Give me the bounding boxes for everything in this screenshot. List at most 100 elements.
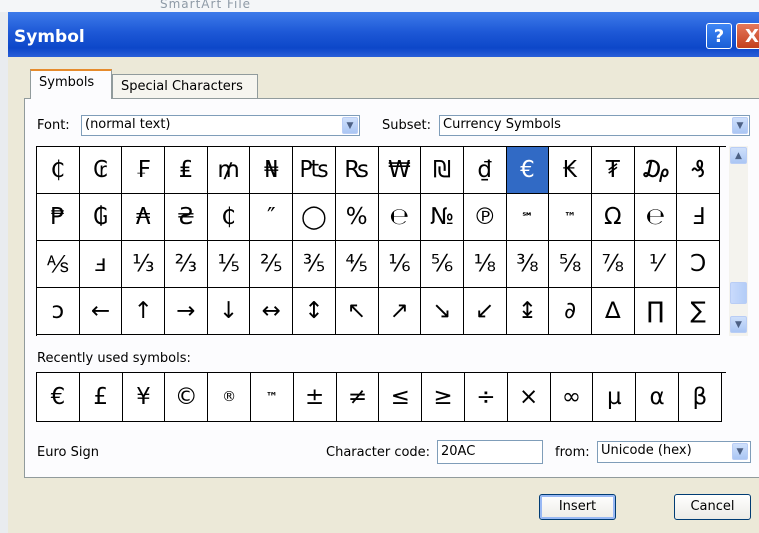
symbol-cell[interactable]: ⅗ [293,241,336,288]
symbol-cell[interactable]: ″ [250,194,294,241]
symbol-cell[interactable]: Ↄ [677,241,720,288]
recent-symbol-cell[interactable]: £ [79,373,123,422]
symbol-cell[interactable]: → [165,288,208,335]
scroll-up-icon[interactable]: ▲ [730,147,747,164]
recent-symbol-cell[interactable]: ∞ [550,373,594,422]
symbol-cell[interactable]: ⅚ [421,241,464,288]
chevron-down-icon[interactable]: ▼ [732,117,748,134]
from-dropdown[interactable]: Unicode (hex) ▼ [597,441,751,463]
symbol-cell[interactable]: ⅘ [335,241,379,288]
symbol-cell[interactable]: ℮ [634,194,678,241]
recent-symbol-cell[interactable]: ≤ [379,373,423,422]
symbol-cell[interactable]: ↑ [122,288,166,335]
character-name: Euro Sign [37,445,99,460]
symbol-cell[interactable]: Ⅎ [677,194,720,241]
symbol-cell[interactable]: ₧ [293,147,336,194]
symbol-cell[interactable]: ₲ [79,194,123,241]
cancel-button[interactable]: Cancel [674,494,751,520]
symbol-cell[interactable]: ⅕ [207,241,251,288]
symbol-cell[interactable]: ↨ [506,288,550,335]
symbol-cell[interactable]: ₴ [165,194,208,241]
symbol-cell[interactable]: ⅙ [378,241,422,288]
symbol-cell[interactable]: ₢ [79,147,123,194]
recent-symbol-cell[interactable]: µ [593,373,637,422]
chevron-down-icon[interactable]: ▼ [732,443,748,460]
chevron-down-icon[interactable]: ▼ [342,117,358,134]
symbol-cell[interactable]: ⅓ [122,241,166,288]
character-code-field[interactable]: 20AC [437,440,543,464]
symbol-cell[interactable]: ⅜ [506,241,550,288]
tab-special-characters[interactable]: Special Characters [112,74,258,99]
tab-symbols[interactable]: Symbols [30,69,112,99]
recent-symbol-cell[interactable]: × [507,373,551,422]
symbol-cell[interactable]: ₤ [165,147,208,194]
font-dropdown[interactable]: (normal text) ▼ [81,115,360,136]
insert-button[interactable]: Insert [539,494,616,520]
recent-symbol-cell[interactable]: ≠ [336,373,380,422]
symbol-cell[interactable]: ⅛ [463,241,507,288]
symbol-cell[interactable]: ⅔ [165,241,208,288]
recent-symbol-cell[interactable]: ™ [250,373,294,422]
symbol-cell[interactable]: ◯ [293,194,336,241]
symbol-grid-scrollbar[interactable]: ▲ ▼ [729,146,748,336]
help-button[interactable]: ? [706,23,732,49]
symbol-cell[interactable]: ↖ [335,288,379,335]
symbol-cell[interactable]: ₨ [335,147,379,194]
symbol-cell[interactable]: Ω [591,194,635,241]
symbol-cell[interactable]: ⅟ [634,241,678,288]
symbol-cell[interactable]: ₦ [250,147,294,194]
symbol-cell[interactable]: ₱ [37,194,80,241]
recent-symbol-cell[interactable]: α [636,373,679,422]
symbol-cell[interactable]: ⅖ [250,241,294,288]
symbol-cell[interactable]: € [506,147,550,194]
symbol-cell[interactable]: ₵ [207,194,251,241]
from-label: from: [555,445,590,460]
recent-symbol-cell[interactable]: ® [208,373,251,422]
symbol-cell[interactable]: ™ [549,194,592,241]
symbol-cell[interactable]: ₩ [378,147,422,194]
symbol-cell[interactable]: ℗ [463,194,507,241]
symbol-cell[interactable]: ↄ [37,288,80,335]
symbol-cell[interactable]: % [335,194,379,241]
symbol-cell[interactable]: ↓ [207,288,251,335]
symbol-cell[interactable]: ⅝ [549,241,592,288]
recent-symbol-cell[interactable]: © [165,373,209,422]
symbol-cell[interactable]: ↔ [250,288,294,335]
recent-symbol-cell[interactable]: ¥ [122,373,166,422]
symbol-cell[interactable]: ℠ [506,194,550,241]
symbol-cell[interactable]: ∑ [677,288,720,335]
title-bar[interactable]: Symbol ? X [8,12,759,57]
symbol-cell[interactable]: ↕ [293,288,336,335]
symbol-cell[interactable]: ℮ [378,194,422,241]
symbol-cell[interactable]: ₫ [463,147,507,194]
recent-symbol-cell[interactable]: ÷ [464,373,508,422]
recent-symbol-cell[interactable]: ≥ [422,373,465,422]
subset-dropdown[interactable]: Currency Symbols ▼ [439,115,750,136]
symbol-cell[interactable]: ← [79,288,123,335]
symbol-cell[interactable]: ↙ [463,288,507,335]
symbol-cell[interactable]: ∏ [634,288,678,335]
symbol-cell[interactable]: № [421,194,464,241]
symbol-cell[interactable]: ₭ [549,147,592,194]
recent-symbol-cell[interactable]: ± [293,373,337,422]
symbol-cell[interactable]: ₣ [122,147,166,194]
symbol-cell[interactable]: ₥ [207,147,251,194]
symbol-cell[interactable]: ∂ [549,288,592,335]
scroll-down-icon[interactable]: ▼ [730,316,747,333]
recent-symbol-cell[interactable]: β [678,373,722,422]
scroll-thumb[interactable] [730,282,747,304]
symbol-cell[interactable]: ↗ [378,288,422,335]
symbol-cell[interactable]: ₮ [591,147,635,194]
symbol-cell[interactable]: ₵ [37,147,80,194]
symbol-cell[interactable]: ₳ [122,194,166,241]
symbol-cell[interactable]: ∆ [591,288,635,335]
close-button[interactable]: X [736,23,759,49]
symbol-cell[interactable]: ₰ [677,147,720,194]
recent-symbol-cell[interactable]: € [37,373,80,422]
symbol-cell[interactable]: ⅍ [37,241,80,288]
symbol-cell[interactable]: ₪ [421,147,464,194]
symbol-cell[interactable]: ₯ [634,147,678,194]
symbol-cell[interactable]: ↘ [421,288,464,335]
symbol-cell[interactable]: ⅎ [79,241,123,288]
symbol-cell[interactable]: ⅞ [591,241,635,288]
